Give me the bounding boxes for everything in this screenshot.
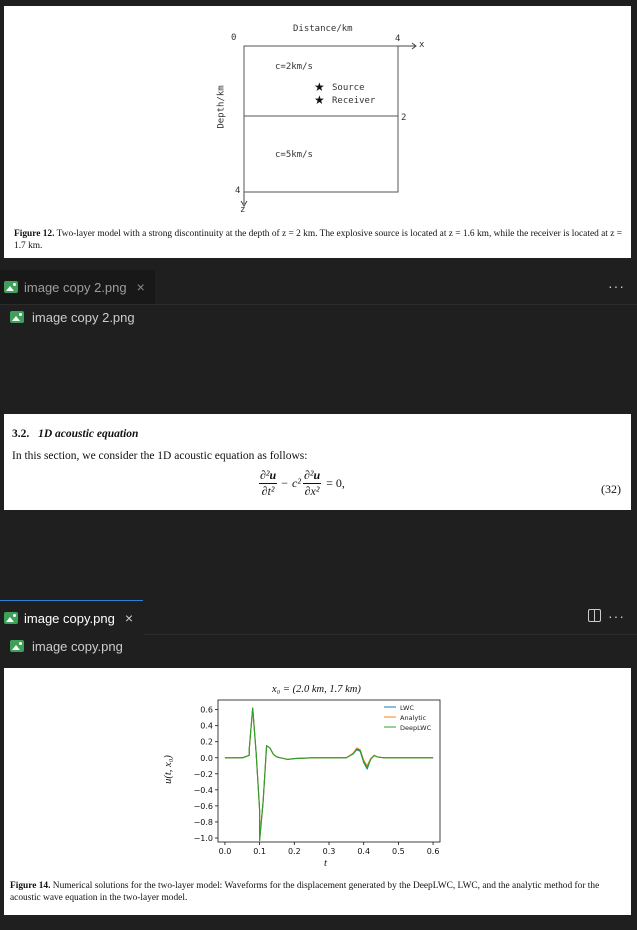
source-label: Source [332,83,365,93]
x-tick-label: 0.4 [357,847,370,856]
y-tick-label: 0.2 [200,738,213,747]
x-tick-4: 4 [395,34,401,44]
breadcrumb[interactable]: image copy.png [10,636,123,656]
x-tick-label: 0.3 [323,847,336,856]
receiver-label: Receiver [332,96,376,106]
editor-tab-bar-2: image copy.png × ··· [0,600,637,635]
tab-label: image copy 2.png [24,279,127,295]
distance-axis-label: Distance/km [293,24,353,34]
y-tick-label: 0.4 [200,722,213,731]
y-tick-label: −0.6 [194,802,213,811]
x-tick-label: 0.5 [392,847,405,856]
z-tick-4: 4 [235,186,241,196]
image-file-icon [10,311,24,323]
figure-14-caption-label: Figure 14. [10,881,51,891]
x-tick-label: 0.1 [253,847,266,856]
more-actions-icon[interactable]: ··· [608,608,625,624]
figure-12-panel: Distance/km 0 4 x Depth/km 2 4 z c=2km/s… [4,6,631,258]
editor-tab-bar-1: image copy 2.png × ··· [0,270,637,305]
section-heading: 3.2. 1D acoustic equation [12,428,138,440]
z-axis-label: z [240,205,246,215]
figure-12-caption: Figure 12. Two-layer model with a strong… [14,228,624,252]
x-tick-label: 0.0 [219,847,232,856]
y-tick-label: −1.0 [194,834,213,843]
breadcrumb-label: image copy 2.png [32,309,135,325]
split-editor-icon[interactable] [588,609,601,622]
x-tick-label: 0.2 [288,847,301,856]
legend-label: Analytic [400,714,427,722]
legend-label: DeepLWC [400,724,432,732]
x-tick-label: 0.6 [427,847,440,856]
more-actions-icon[interactable]: ··· [608,278,625,294]
figure-14-caption-text: Numerical solutions for the two-layer mo… [10,881,600,903]
y-tick-label: −0.2 [194,770,213,779]
breadcrumb[interactable]: image copy 2.png [10,307,135,327]
chart-y-label: u(t, x₀) [162,755,174,784]
source-star-icon: ★ [314,80,325,94]
acoustic-equation: ∂²u ∂t² − c² ∂²u ∂x² = 0, [259,468,345,498]
figure-14-panel: 0.6 0.4 0.2 0.0 −0.2 −0.4 −0.6 −0.8 −1.0 0.0 0.1 0… [4,668,631,915]
y-tick-label: −0.8 [194,818,213,827]
chart-x-label: t [324,858,327,869]
close-icon[interactable]: × [125,610,133,626]
receiver-star-icon: ★ [314,93,325,107]
upper-layer-velocity: c=2km/s [275,62,313,72]
equation-number: (32) [601,482,621,496]
y-tick-label: −0.4 [194,786,213,795]
figure-12-caption-label: Figure 12. [14,229,55,239]
breadcrumb-label: image copy.png [32,638,123,654]
section-body: In this section, we consider the 1D acou… [12,450,308,462]
legend-label: LWC [400,704,414,712]
x-axis-label: x [419,40,425,50]
tab-image-copy[interactable]: image copy.png × [0,600,144,635]
section-3-2-panel: 3.2. 1D acoustic equation In this sectio… [4,414,631,510]
image-file-icon [4,612,18,624]
y-tick-label: 0.6 [200,706,213,715]
tab-label: image copy.png [24,610,115,626]
close-icon[interactable]: × [137,279,145,295]
figure-14-caption: Figure 14. Numerical solutions for the t… [10,880,626,904]
waveform-chart: 0.6 0.4 0.2 0.0 −0.2 −0.4 −0.6 −0.8 −1.0 0.0 0.1 0… [194,699,441,856]
y-tick-label: 0.0 [200,754,213,763]
image-file-icon [4,281,18,293]
chart-title: x₀ = (2.0 km, 1.7 km) [272,684,361,695]
figure-12-caption-text: Two-layer model with a strong discontinu… [14,229,623,251]
z-tick-2: 2 [401,113,407,123]
section-number: 3.2. [12,428,30,440]
two-layer-model-diagram [240,42,417,207]
depth-axis-label: Depth/km [216,85,227,129]
image-file-icon [10,640,24,652]
lower-layer-velocity: c=5km/s [275,150,313,160]
section-title: 1D acoustic equation [38,428,139,440]
x-tick-0: 0 [231,33,237,43]
tab-image-copy-2[interactable]: image copy 2.png × [0,270,155,304]
